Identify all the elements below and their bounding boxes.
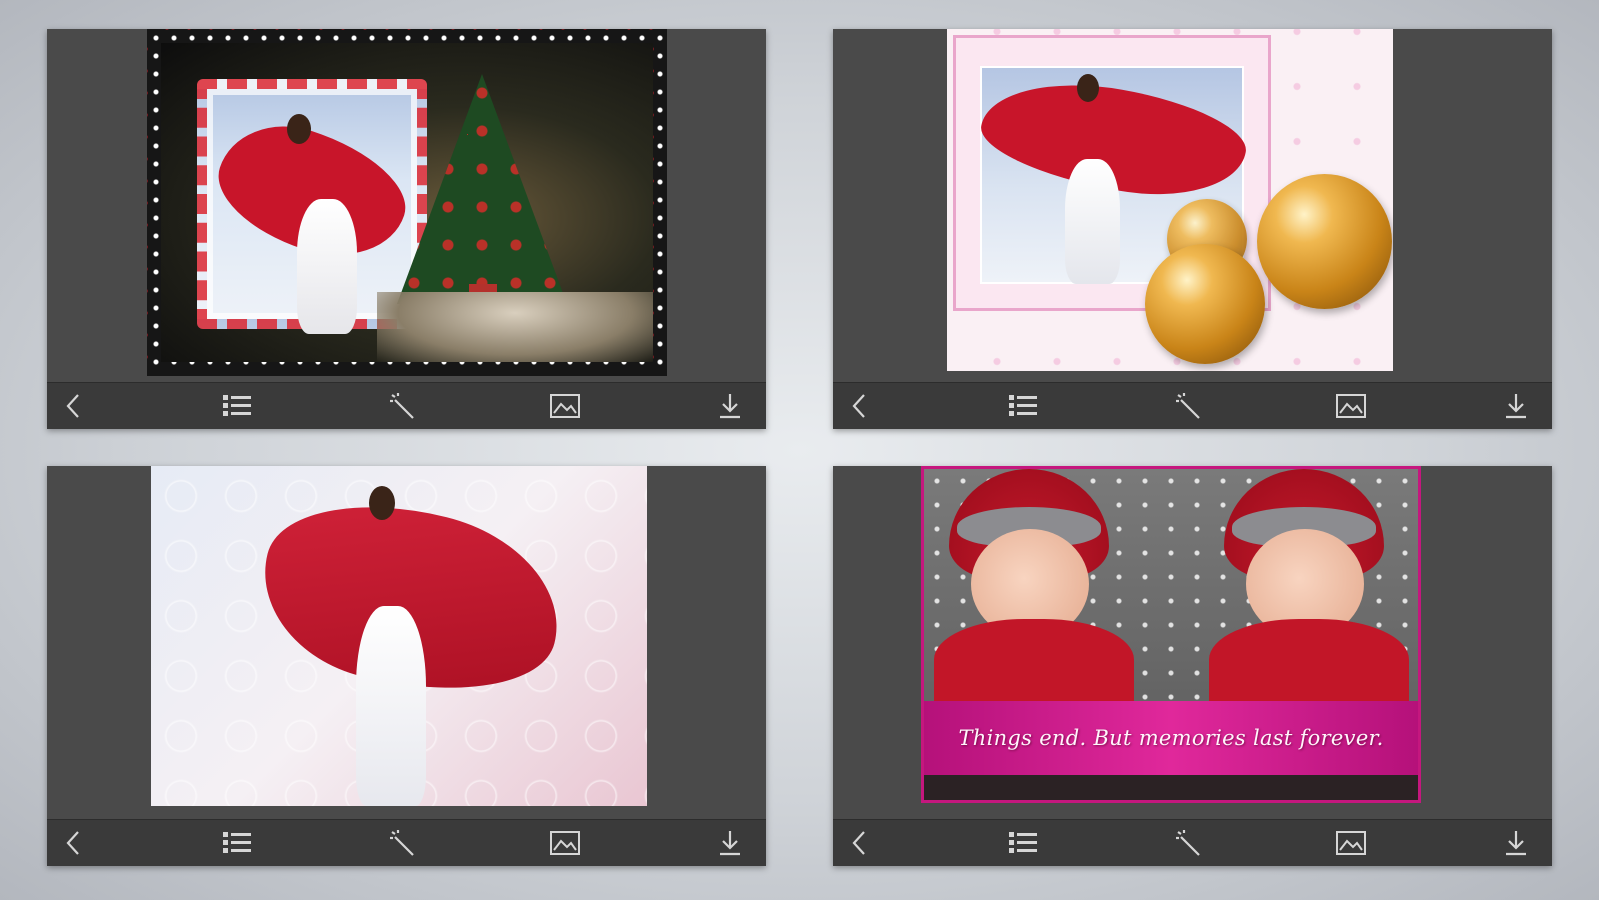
effects-button[interactable] <box>387 828 419 858</box>
download-icon <box>720 394 740 419</box>
red-outfit <box>934 619 1134 709</box>
back-button[interactable] <box>57 828 89 858</box>
framed-photo[interactable] <box>147 29 667 376</box>
bottom-toolbar <box>833 382 1552 429</box>
effects-button[interactable] <box>1173 391 1205 421</box>
download-icon <box>1506 394 1526 419</box>
snow-floor <box>377 292 653 362</box>
list-icon <box>1009 832 1037 853</box>
image-icon <box>1336 831 1366 855</box>
editor-panel-2 <box>833 29 1552 429</box>
framed-photo[interactable] <box>947 29 1393 371</box>
magic-wand-icon <box>1176 393 1200 419</box>
download-icon <box>1506 831 1526 856</box>
back-button[interactable] <box>843 828 875 858</box>
photo-bottom <box>924 775 1418 800</box>
list-icon <box>1009 395 1037 416</box>
bottom-toolbar <box>833 819 1552 866</box>
white-gown <box>1065 159 1120 284</box>
model-head <box>1077 74 1099 102</box>
caption-text: Things end. But memories last forever. <box>958 726 1384 750</box>
list-button[interactable] <box>1007 391 1039 421</box>
gallery-button[interactable] <box>549 391 581 421</box>
gold-bauble <box>1145 244 1265 364</box>
magic-wand-icon <box>1176 830 1200 856</box>
back-button[interactable] <box>843 391 875 421</box>
image-icon <box>1336 394 1366 418</box>
image-icon <box>550 831 580 855</box>
download-button[interactable] <box>1500 828 1532 858</box>
image-icon <box>550 394 580 418</box>
list-button[interactable] <box>221 391 253 421</box>
list-icon <box>223 832 251 853</box>
download-button[interactable] <box>714 391 746 421</box>
bottom-toolbar <box>47 819 766 866</box>
magic-wand-icon <box>390 393 414 419</box>
list-icon <box>223 395 251 416</box>
download-icon <box>720 831 740 856</box>
download-button[interactable] <box>1500 391 1532 421</box>
framed-photo[interactable] <box>151 466 647 806</box>
download-button[interactable] <box>714 828 746 858</box>
framed-photo[interactable]: Things end. But memories last forever. <box>921 466 1421 803</box>
chevron-left-icon <box>852 394 865 418</box>
editor-panel-4: Things end. But memories last forever. <box>833 466 1552 866</box>
effects-button[interactable] <box>387 391 419 421</box>
effects-button[interactable] <box>1173 828 1205 858</box>
chevron-left-icon <box>66 831 79 855</box>
list-button[interactable] <box>221 828 253 858</box>
list-button[interactable] <box>1007 828 1039 858</box>
bottom-toolbar <box>47 382 766 429</box>
gallery-button[interactable] <box>1335 828 1367 858</box>
chevron-left-icon <box>852 831 865 855</box>
chevron-left-icon <box>66 394 79 418</box>
editor-panel-3 <box>47 466 766 866</box>
gold-bauble <box>1257 174 1392 309</box>
caption-banner: Things end. But memories last forever. <box>924 701 1418 775</box>
red-outfit <box>1209 619 1409 709</box>
model-head <box>287 114 311 144</box>
editor-panel-1 <box>47 29 766 429</box>
magic-wand-icon <box>390 830 414 856</box>
gallery-button[interactable] <box>1335 391 1367 421</box>
white-gown <box>356 606 426 806</box>
model-head <box>369 486 395 520</box>
white-gown <box>297 199 357 334</box>
gallery-button[interactable] <box>549 828 581 858</box>
back-button[interactable] <box>57 391 89 421</box>
